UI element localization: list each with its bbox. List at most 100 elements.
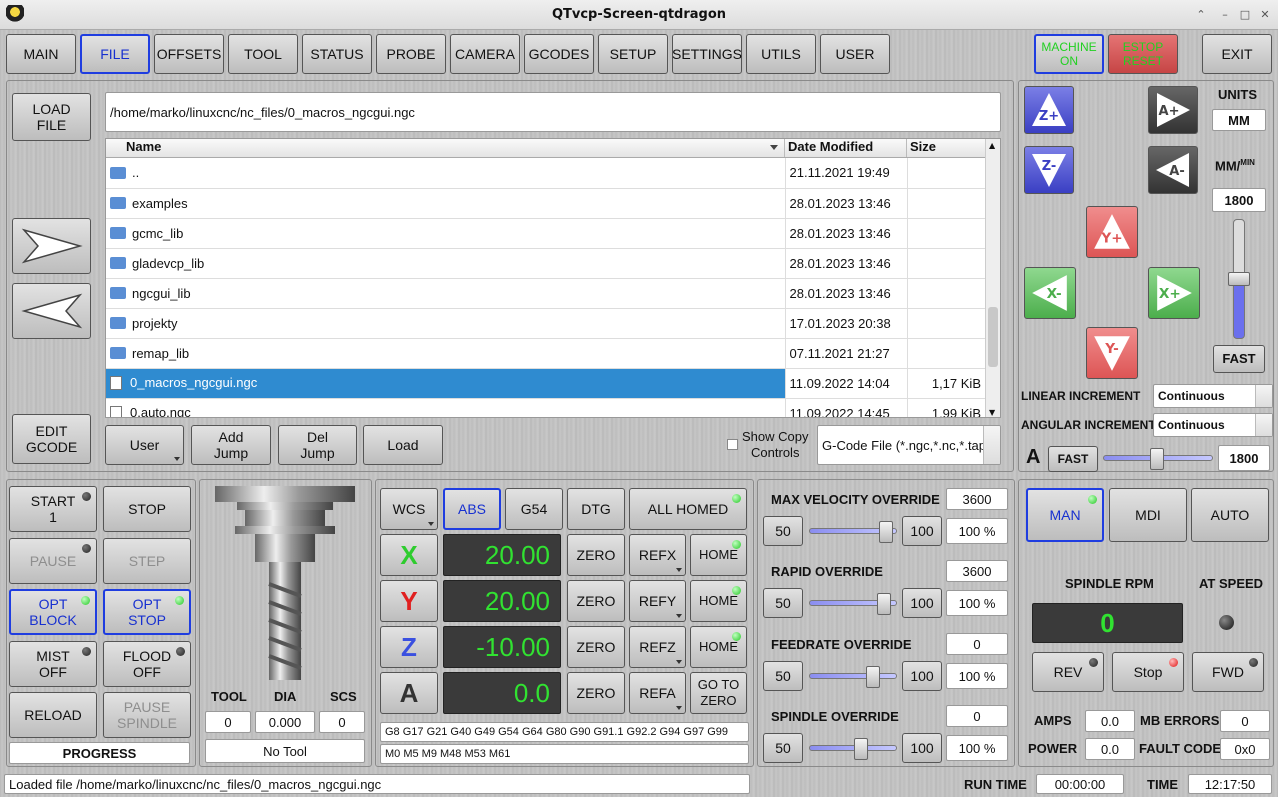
jog-y-plus-button[interactable]: Y+	[1086, 206, 1138, 258]
file-row[interactable]: gladevcp_lib 28.01.2023 13:46	[106, 248, 985, 279]
spindle-override-slider[interactable]	[809, 738, 897, 760]
rapid-override-slider[interactable]	[809, 593, 897, 615]
home-x-button[interactable]: HOME	[690, 534, 747, 576]
abs-button[interactable]: ABS	[443, 488, 501, 530]
scroll-down-icon[interactable]: ▼	[989, 408, 995, 417]
scroll-up-icon[interactable]: ▲	[989, 141, 995, 150]
ref-y-button[interactable]: REFY	[629, 580, 686, 622]
dtg-button[interactable]: DTG	[567, 488, 625, 530]
tab-user[interactable]: USER	[820, 34, 890, 74]
jog-x-minus-button[interactable]: X-	[1024, 267, 1076, 319]
column-date[interactable]: Date Modified	[785, 139, 907, 157]
axis-a-button[interactable]: A	[380, 672, 438, 714]
spindle-override-max-button[interactable]: 100	[902, 733, 942, 763]
file-row[interactable]: projekty 17.01.2023 20:38	[106, 308, 985, 339]
tab-utils[interactable]: UTILS	[746, 34, 816, 74]
jog-rate-field[interactable]: 1800	[1212, 188, 1266, 212]
jog-a-plus-button[interactable]: A+	[1148, 86, 1198, 134]
prev-arrow-button[interactable]	[12, 283, 91, 339]
tab-probe[interactable]: PROBE	[376, 34, 446, 74]
ref-z-button[interactable]: REFZ	[629, 626, 686, 668]
rapid-slider-thumb[interactable]	[877, 593, 891, 615]
a-rate-field[interactable]: 1800	[1218, 445, 1270, 471]
tab-file[interactable]: FILE	[80, 34, 150, 74]
jog-a-minus-button[interactable]: A-	[1148, 146, 1198, 194]
mode-mdi-button[interactable]: MDI	[1109, 488, 1187, 542]
feedrate-override-slider[interactable]	[809, 666, 897, 688]
user-button[interactable]: User	[105, 425, 184, 465]
file-row[interactable]: remap_lib 07.11.2021 21:27	[106, 338, 985, 369]
a-rate-slider-thumb[interactable]	[1150, 448, 1164, 470]
scrollbar[interactable]: ▲ ▼	[985, 139, 1000, 417]
zero-z-button[interactable]: ZERO	[567, 626, 625, 668]
feedrate-override-min-button[interactable]: 50	[763, 661, 803, 691]
estop-reset-button[interactable]: ESTOP RESET	[1108, 34, 1178, 74]
max-velocity-override-max-button[interactable]: 100	[902, 516, 942, 546]
jog-z-minus-button[interactable]: Z-	[1024, 146, 1074, 194]
exit-button[interactable]: EXIT	[1202, 34, 1272, 74]
tab-gcodes[interactable]: GCODES	[524, 34, 594, 74]
column-size[interactable]: Size	[907, 139, 987, 157]
close-icon[interactable]: ✕	[1258, 8, 1272, 22]
jog-z-plus-button[interactable]: Z+	[1024, 86, 1074, 134]
pause-button[interactable]: PAUSE	[9, 538, 97, 584]
jog-x-plus-button[interactable]: X+	[1148, 267, 1200, 319]
spindle-rev-button[interactable]: REV	[1032, 652, 1104, 692]
all-homed-indicator[interactable]: ALL HOMED	[629, 488, 747, 530]
home-a-button[interactable]: GO TO ZERO	[690, 672, 747, 714]
add-jump-button[interactable]: Add Jump	[191, 425, 271, 465]
mode-auto-button[interactable]: AUTO	[1191, 488, 1269, 542]
tab-settings[interactable]: SETTINGS	[672, 34, 742, 74]
rapid-override-min-button[interactable]: 50	[763, 588, 803, 618]
spindle-fwd-button[interactable]: FWD	[1192, 652, 1264, 692]
axis-y-button[interactable]: Y	[380, 580, 438, 622]
zero-y-button[interactable]: ZERO	[567, 580, 625, 622]
maximize-icon[interactable]: □	[1238, 8, 1252, 22]
pause-spindle-button[interactable]: PAUSE SPINDLE	[103, 692, 191, 738]
step-button[interactable]: STEP	[103, 538, 191, 584]
column-name[interactable]: Name	[106, 139, 785, 157]
jog-fast-button[interactable]: FAST	[1213, 345, 1265, 373]
mode-man-button[interactable]: MAN	[1026, 488, 1104, 542]
next-arrow-button[interactable]	[12, 218, 91, 274]
spindle-stop-button[interactable]: Stop	[1112, 652, 1184, 692]
jog-y-minus-button[interactable]: Y-	[1086, 327, 1138, 379]
edit-gcode-button[interactable]: EDIT GCODE	[12, 414, 91, 464]
file-browser[interactable]: Name Date Modified Size .. 21.11.2021 19:…	[105, 138, 1001, 418]
home-z-button[interactable]: HOME	[690, 626, 747, 668]
load-button[interactable]: Load	[363, 425, 443, 465]
file-row[interactable]: 0.auto.ngc 11.09.2022 14:45 1,99 KiB	[106, 398, 985, 417]
load-file-button[interactable]: LOAD FILE	[12, 93, 91, 141]
g54-button[interactable]: G54	[505, 488, 563, 530]
file-row[interactable]: gcmc_lib 28.01.2023 13:46	[106, 218, 985, 249]
help-icon[interactable]: ⌃	[1194, 8, 1208, 22]
scroll-thumb[interactable]	[988, 307, 998, 367]
tab-tool[interactable]: TOOL	[228, 34, 298, 74]
file-row[interactable]: examples 28.01.2023 13:46	[106, 188, 985, 219]
stop-button[interactable]: STOP	[103, 486, 191, 532]
start-button[interactable]: START 1	[9, 486, 97, 532]
file-row[interactable]: .. 21.11.2021 19:49	[106, 158, 985, 189]
file-row[interactable]: 0_macros_ngcgui.ngc 11.09.2022 14:04 1,17 …	[106, 368, 985, 399]
max-velocity-slider-thumb[interactable]	[879, 521, 893, 543]
file-row[interactable]: ngcgui_lib 28.01.2023 13:46	[106, 278, 985, 309]
flood-button[interactable]: FLOOD OFF	[103, 641, 191, 687]
axis-x-button[interactable]: X	[380, 534, 438, 576]
jog-rate-slider-thumb[interactable]	[1228, 272, 1250, 286]
file-path-field[interactable]: /home/marko/linuxcnc/nc_files/0_macros_n…	[105, 92, 1001, 132]
opt-stop-button[interactable]: OPT STOP	[103, 589, 191, 635]
linear-increment-select[interactable]: Continuous	[1153, 384, 1273, 408]
home-y-button[interactable]: HOME	[690, 580, 747, 622]
reload-button[interactable]: RELOAD	[9, 692, 97, 738]
tab-status[interactable]: STATUS	[302, 34, 372, 74]
tab-camera[interactable]: CAMERA	[450, 34, 520, 74]
show-copy-checkbox[interactable]	[727, 439, 738, 450]
max-velocity-override-min-button[interactable]: 50	[763, 516, 803, 546]
minimize-icon[interactable]: –	[1218, 8, 1232, 22]
zero-x-button[interactable]: ZERO	[567, 534, 625, 576]
file-filter-select[interactable]: G-Code File (*.ngc,*.nc,*.tap	[817, 425, 1001, 465]
jog-rate-slider[interactable]	[1228, 219, 1250, 339]
ref-x-button[interactable]: REFX	[629, 534, 686, 576]
tab-setup[interactable]: SETUP	[598, 34, 668, 74]
tab-main[interactable]: MAIN	[6, 34, 76, 74]
